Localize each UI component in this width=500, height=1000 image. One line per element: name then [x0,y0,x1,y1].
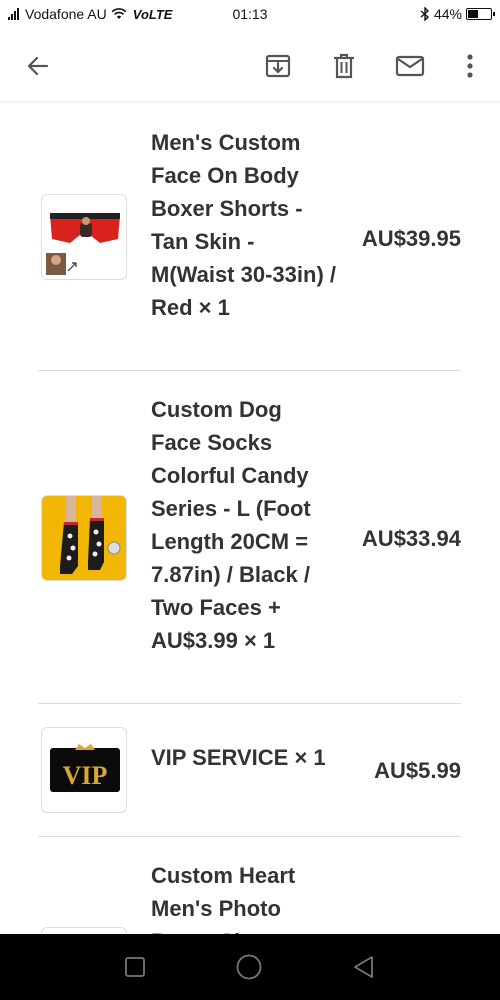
order-item[interactable]: VIP VIP SERVICE × 1 AU$5.99 [38,704,461,837]
signal-icon [8,8,19,20]
item-title: Custom Heart Men's Photo Boxer Shorts [151,863,296,934]
item-title: VIP SERVICE × 1 [151,745,326,770]
navigation-bar [0,934,500,1000]
back-icon[interactable] [22,50,54,82]
more-icon[interactable] [454,50,486,82]
order-item[interactable]: Men's Custom Face On Body Boxer Shorts -… [38,102,461,371]
item-price: AU$39.95 [361,226,461,251]
delete-icon[interactable] [328,50,360,82]
archive-icon[interactable] [262,50,294,82]
carrier-name: Vodafone AU [25,6,107,22]
status-left: Vodafone AU VoLTE [8,6,208,22]
item-price: AU$33.94 [361,526,461,551]
item-title: Men's Custom Face On Body Boxer Shorts -… [151,130,336,320]
battery-percent: 44% [433,6,462,22]
order-item[interactable]: Custom Heart Men's Photo Boxer Shorts [38,837,461,934]
app-bar [0,28,500,102]
status-bar: Vodafone AU VoLTE 01:13 44% [0,0,500,28]
volte-indicator: VoLTE [132,6,173,22]
bluetooth-icon [420,7,429,21]
recent-apps-icon[interactable] [124,956,146,978]
vip-service-thumbnail: VIP [41,727,127,813]
battery-fill [468,10,478,18]
wifi-icon [111,8,127,19]
item-price: AU$5.99 [374,758,461,783]
item-title: Custom Dog Face Socks Colorful Candy Ser… [151,397,311,653]
heart-boxer-thumbnail [41,927,127,934]
dog-socks-thumbnail [41,495,127,581]
mail-icon[interactable] [394,50,426,82]
home-icon[interactable] [235,953,263,981]
boxer-shorts-thumbnail [41,194,127,280]
order-item[interactable]: Custom Dog Face Socks Colorful Candy Ser… [38,371,461,704]
back-nav-icon[interactable] [352,955,376,979]
vip-badge-text: VIP [63,761,108,790]
order-items-list: Men's Custom Face On Body Boxer Shorts -… [0,102,500,934]
status-right: 44% [420,6,495,22]
battery-icon [466,8,495,20]
